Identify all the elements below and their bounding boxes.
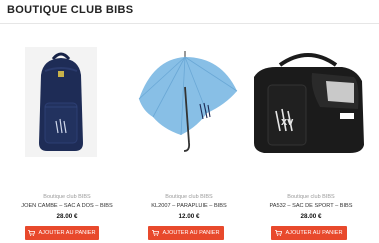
add-to-cart-button[interactable]: AJOUTER AU PANIER xyxy=(271,226,347,240)
add-to-cart-button[interactable]: AJOUTER AU PANIER xyxy=(148,226,224,240)
umbrella-icon xyxy=(133,47,245,157)
sports-bag-icon: XV xyxy=(250,47,366,157)
page-title: BOUTIQUE CLUB BIBS xyxy=(7,4,134,16)
product-price: 28.00 € xyxy=(300,213,322,220)
product-name[interactable]: KL2007 – PARAPLUIE – BIBS xyxy=(128,203,250,209)
product-image-umbrella[interactable] xyxy=(133,47,245,157)
product-name[interactable]: JOEN CAMBE – SAC A DOS – BIBS xyxy=(6,203,128,209)
backpack-icon xyxy=(25,47,97,157)
svg-text:XV: XV xyxy=(281,118,294,127)
product-price: 12.00 € xyxy=(178,213,200,220)
product-brand: Boutique club BIBS xyxy=(287,194,335,200)
cart-icon xyxy=(152,230,160,236)
add-to-cart-label: AJOUTER AU PANIER xyxy=(285,230,343,236)
cart-icon xyxy=(28,230,36,236)
product-card-sports-bag: XV Boutique club BIBS PA532 – SAC DE SPO… xyxy=(250,30,372,240)
product-card-umbrella: Boutique club BIBS KL2007 – PARAPLUIE – … xyxy=(128,30,250,240)
product-name[interactable]: PA532 – SAC DE SPORT – BIBS xyxy=(250,203,372,209)
product-brand: Boutique club BIBS xyxy=(43,194,91,200)
product-price: 28.00 € xyxy=(56,213,78,220)
product-image-backpack[interactable] xyxy=(25,47,97,157)
add-to-cart-label: AJOUTER AU PANIER xyxy=(38,230,96,236)
product-card-backpack: Boutique club BIBS JOEN CAMBE – SAC A DO… xyxy=(6,30,128,240)
cart-icon xyxy=(275,230,283,236)
add-to-cart-label: AJOUTER AU PANIER xyxy=(162,230,220,236)
product-brand: Boutique club BIBS xyxy=(165,194,213,200)
add-to-cart-button[interactable]: AJOUTER AU PANIER xyxy=(25,226,99,240)
product-image-sports-bag[interactable]: XV xyxy=(250,47,366,157)
title-divider xyxy=(0,23,379,24)
